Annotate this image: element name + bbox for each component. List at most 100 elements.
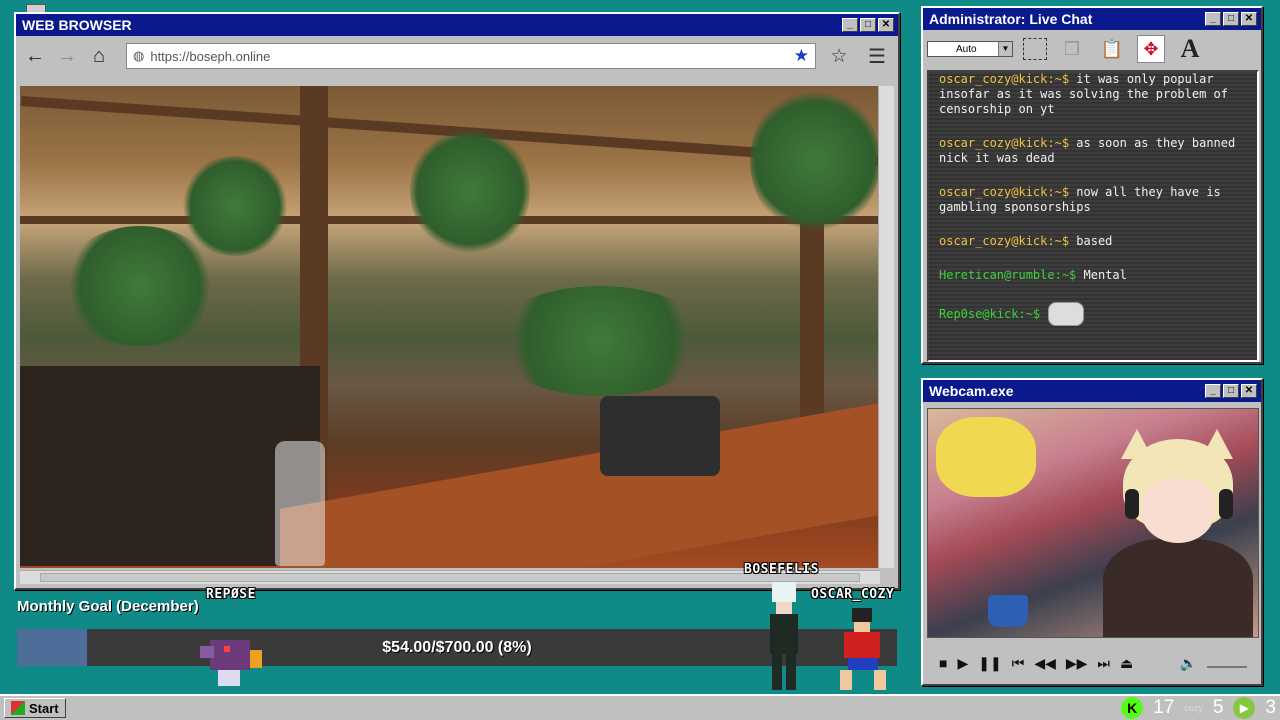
web-browser-window: WEB BROWSER _ □ ✕ ← → ⌂ ◍ https://boseph… <box>14 12 900 590</box>
chat-text: based <box>1076 234 1113 248</box>
chat-message: oscar_cozy@kick:~$ it was only popular i… <box>939 72 1247 117</box>
chat-prompt[interactable]: Rep0se@kick:~$ <box>939 302 1247 326</box>
browser-navbar: ← → ⌂ ◍ https://boseph.online ★ ☆ ☰ <box>16 36 898 76</box>
browser-titlebar[interactable]: WEB BROWSER _ □ ✕ <box>16 14 898 36</box>
eject-icon[interactable]: ⏏ <box>1120 655 1133 672</box>
goal-title: Monthly Goal (December) <box>17 598 199 615</box>
chat-text: Mental <box>1083 268 1127 282</box>
chat-username: oscar_cozy@kick:~$ <box>939 72 1070 86</box>
url-text[interactable]: https://boseph.online <box>150 49 787 64</box>
avatar-face <box>1141 479 1215 543</box>
napkin-dispenser <box>600 396 720 476</box>
skip-forward-icon[interactable]: ⏭ <box>1097 655 1110 672</box>
headphone <box>1219 489 1233 519</box>
nametag-oscar: OSCAR_COZY <box>811 587 895 602</box>
webcam-title: Webcam.exe <box>929 383 1014 399</box>
cat-ear <box>1121 429 1153 459</box>
font-icon[interactable]: A <box>1175 34 1205 64</box>
close-button[interactable]: ✕ <box>1241 384 1257 398</box>
cozy-viewer-count: 5 <box>1212 697 1224 718</box>
scrollbar-thumb[interactable] <box>40 573 860 582</box>
home-icon[interactable]: ⌂ <box>86 43 112 69</box>
page-viewport[interactable] <box>20 86 880 568</box>
maximize-button[interactable]: □ <box>1223 12 1239 26</box>
plant <box>60 226 220 346</box>
hanging-plant <box>410 126 530 256</box>
globe-icon: ◍ <box>133 48 145 63</box>
hanging-plant <box>180 156 290 256</box>
chat-username: oscar_cozy@kick:~$ <box>939 136 1070 150</box>
forward-arrow-icon[interactable]: → <box>54 43 80 69</box>
chat-titlebar[interactable]: Administrator: Live Chat _ □ ✕ <box>923 8 1261 30</box>
chat-toolbar: Auto ▼ ❐ 📋 ✥ A <box>923 30 1261 68</box>
kick-icon[interactable]: K <box>1121 697 1144 719</box>
vertical-scrollbar[interactable] <box>878 86 894 568</box>
minimize-button[interactable]: _ <box>1205 12 1221 26</box>
chat-messages[interactable]: oscar_cozy@kick:~$ it was only popular i… <box>927 70 1259 362</box>
pause-icon[interactable]: ❚❚ <box>978 655 1001 672</box>
glass-bottle <box>275 441 325 566</box>
chat-username: oscar_cozy@kick:~$ <box>939 185 1070 199</box>
back-arrow-icon[interactable]: ← <box>22 43 48 69</box>
maximize-button[interactable]: □ <box>860 18 876 32</box>
anime-avatar <box>1103 429 1253 637</box>
pixel-runner-sprite <box>830 608 900 692</box>
taskbar: Start K 17 cozy 5 ▶ 3 <box>0 694 1280 720</box>
select-icon[interactable] <box>1023 38 1047 60</box>
avatar-sweater <box>1103 539 1253 637</box>
kick-viewer-count: 17 <box>1153 697 1175 718</box>
start-label: Start <box>29 700 59 716</box>
mug <box>988 595 1028 627</box>
chat-username: Heretican@rumble:~$ <box>939 268 1077 282</box>
bookmark-star-filled-icon[interactable]: ★ <box>794 46 809 66</box>
play-icon[interactable]: ▶ <box>957 655 968 672</box>
move-icon[interactable]: ✥ <box>1137 35 1165 63</box>
chat-username: oscar_cozy@kick:~$ <box>939 234 1070 248</box>
close-button[interactable]: ✕ <box>1241 12 1257 26</box>
volume-icon[interactable]: 🔈 <box>1180 655 1197 672</box>
skip-back-icon[interactable]: ⏮ <box>1012 655 1025 672</box>
webcam-video <box>927 408 1259 638</box>
start-button[interactable]: Start <box>4 698 66 718</box>
webcam-titlebar[interactable]: Webcam.exe _ □ ✕ <box>923 380 1261 402</box>
copy-icon[interactable]: ❐ <box>1057 34 1087 64</box>
hanging-plant <box>750 86 880 236</box>
pixel-character-sprite <box>764 582 804 692</box>
browser-title: WEB BROWSER <box>22 17 132 33</box>
nametag-bosefelis: BOSEFELIS <box>744 562 819 577</box>
chat-message: oscar_cozy@kick:~$ now all they have is … <box>939 185 1247 215</box>
nametag-repose: REPØSE <box>206 587 256 602</box>
minimize-button[interactable]: _ <box>1205 384 1221 398</box>
fast-forward-icon[interactable]: ▶▶ <box>1066 655 1088 672</box>
paste-icon[interactable]: 📋 <box>1097 34 1127 64</box>
maximize-button[interactable]: □ <box>1223 384 1239 398</box>
rumble-icon[interactable]: ▶ <box>1233 697 1256 719</box>
cat-emote-icon <box>1048 302 1085 326</box>
volume-slider[interactable] <box>1207 658 1247 668</box>
bookmark-star-icon[interactable]: ☆ <box>822 45 856 68</box>
menu-icon[interactable]: ☰ <box>862 44 892 69</box>
bar-counter <box>280 403 880 568</box>
chat-title: Administrator: Live Chat <box>929 11 1093 27</box>
windows-logo-icon <box>11 701 25 715</box>
system-tray: K 17 cozy 5 ▶ 3 <box>1121 697 1276 719</box>
chevron-down-icon[interactable]: ▼ <box>998 42 1012 56</box>
chat-message: oscar_cozy@kick:~$ based <box>939 234 1247 249</box>
rumble-viewer-count: 3 <box>1265 697 1276 718</box>
pixel-creature-sprite <box>200 626 270 688</box>
live-chat-window: Administrator: Live Chat _ □ ✕ Auto ▼ ❐ … <box>921 6 1263 364</box>
font-size-value: Auto <box>956 43 977 55</box>
plant <box>490 286 710 396</box>
font-size-select[interactable]: Auto ▼ <box>927 41 1013 57</box>
prompt-user: Rep0se@kick:~$ <box>939 307 1041 321</box>
headphone <box>1125 489 1139 519</box>
cat-ear <box>1201 429 1233 459</box>
stop-icon[interactable]: ■ <box>939 655 947 671</box>
minimize-button[interactable]: _ <box>842 18 858 32</box>
chat-message: Heretican@rumble:~$ Mental <box>939 268 1247 283</box>
cozy-icon[interactable]: cozy <box>1184 703 1203 713</box>
rewind-icon[interactable]: ◀◀ <box>1034 655 1056 672</box>
address-bar[interactable]: ◍ https://boseph.online ★ <box>126 43 816 69</box>
close-button[interactable]: ✕ <box>878 18 894 32</box>
media-controls: ■ ▶ ❚❚ ⏮ ◀◀ ▶▶ ⏭ ⏏ 🔈 <box>927 644 1259 682</box>
